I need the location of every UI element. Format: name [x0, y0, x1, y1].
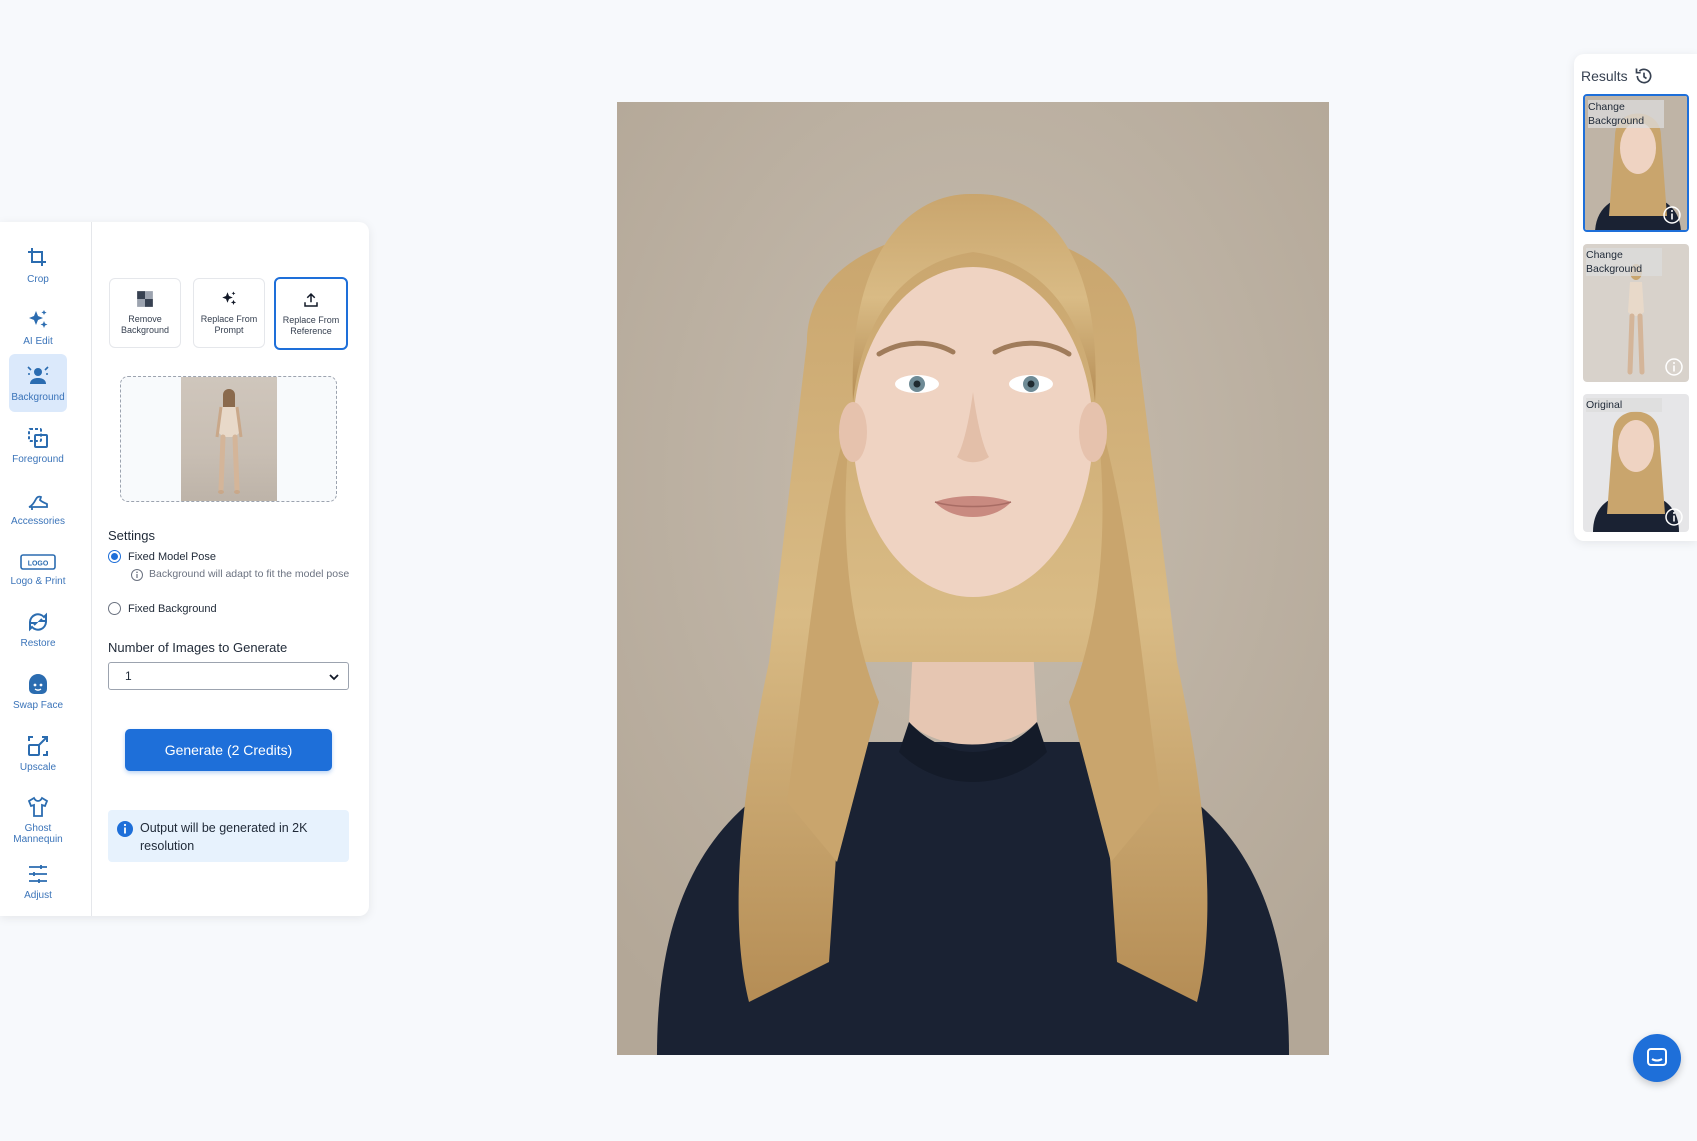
- rail-item-logo-print[interactable]: LOGO Logo & Print: [9, 542, 67, 596]
- rail-item-restore[interactable]: Restore: [9, 602, 67, 656]
- rail-item-label: Background: [11, 391, 65, 403]
- info-icon: [131, 569, 143, 581]
- mode-label: Replace From Reference: [282, 314, 340, 336]
- rail-item-label: Accessories: [11, 515, 65, 527]
- results-title: Results: [1581, 66, 1654, 86]
- radio-fixed-background[interactable]: [108, 602, 121, 615]
- chevron-down-icon: [329, 674, 339, 681]
- result-card[interactable]: Original: [1583, 394, 1689, 532]
- result-card[interactable]: Change Background: [1583, 94, 1689, 232]
- settings-title: Settings: [108, 528, 155, 543]
- radio-fixed-model-pose[interactable]: [108, 550, 121, 563]
- background-icon: [27, 365, 49, 384]
- rail-item-ai-edit[interactable]: AI Edit: [9, 300, 67, 354]
- fixed-background-option[interactable]: Fixed Background: [108, 602, 217, 615]
- resolution-info-text: Output will be generated in 2K resolutio…: [140, 821, 308, 853]
- rail-item-swap-face[interactable]: Swap Face: [9, 664, 67, 718]
- remove-background-button[interactable]: Remove Background: [109, 278, 181, 348]
- foreground-icon: [28, 427, 48, 448]
- rail-item-label: Foreground: [12, 453, 64, 465]
- rail-item-label: Restore: [20, 637, 56, 649]
- replace-from-reference-button[interactable]: Replace From Reference: [274, 277, 348, 350]
- rail-item-label: Logo & Print: [10, 575, 66, 587]
- face-icon: [29, 673, 47, 694]
- generate-button[interactable]: Generate (2 Credits): [125, 729, 332, 771]
- reference-image: [181, 377, 277, 501]
- portrait-image: [617, 102, 1329, 1055]
- result-label: Change Background: [1588, 100, 1664, 128]
- result-card[interactable]: Change Background: [1583, 244, 1689, 382]
- result-label: Original: [1586, 398, 1662, 412]
- sliders-icon: [29, 864, 47, 883]
- shirt-icon: [27, 796, 49, 817]
- rail-item-background[interactable]: Background: [9, 354, 67, 412]
- rail-item-label: Crop: [27, 273, 49, 285]
- pose-hint: Background will adapt to fit the model p…: [130, 568, 350, 582]
- background-panel: Remove Background Replace From Prompt Re…: [92, 222, 369, 916]
- shoe-icon: [28, 495, 48, 510]
- replace-from-prompt-button[interactable]: Replace From Prompt: [193, 278, 265, 348]
- sparkles-icon: [29, 309, 48, 328]
- chat-button[interactable]: [1633, 1034, 1681, 1082]
- crop-icon: [28, 247, 46, 266]
- upscale-icon: [28, 735, 48, 756]
- rail-item-foreground[interactable]: Foreground: [9, 418, 67, 472]
- fixed-model-pose-option[interactable]: Fixed Model Pose: [108, 550, 216, 563]
- rail-item-ghost-mannequin[interactable]: Ghost Mannequin: [9, 790, 67, 850]
- restore-icon: [29, 612, 47, 631]
- tool-panel: Crop AI Edit Background Foreground Acces…: [0, 222, 369, 916]
- option-label: Fixed Model Pose: [128, 550, 217, 563]
- mode-label: Remove Background: [120, 314, 170, 335]
- num-images-select[interactable]: 1: [108, 662, 349, 690]
- rail-item-label: Upscale: [19, 761, 57, 773]
- pose-hint-text: Background will adapt to fit the model p…: [149, 568, 350, 580]
- num-images-value: 1: [125, 669, 132, 683]
- results-title-text: Results: [1581, 68, 1628, 84]
- history-icon[interactable]: [1634, 66, 1654, 86]
- upload-icon: [304, 292, 318, 307]
- option-label: Fixed Background: [128, 602, 217, 615]
- mode-label: Replace From Prompt: [200, 314, 258, 335]
- sparkles-icon: [222, 291, 237, 305]
- results-panel: Results Change Background Change Backgro…: [1574, 54, 1697, 541]
- main-canvas-image[interactable]: [617, 102, 1329, 1055]
- rail-item-label: Swap Face: [12, 699, 64, 711]
- info-icon[interactable]: [1663, 206, 1681, 224]
- rail-item-crop[interactable]: Crop: [9, 238, 67, 292]
- tool-rail: Crop AI Edit Background Foreground Acces…: [0, 222, 92, 916]
- checker-icon: [137, 291, 153, 307]
- rail-item-label: Adjust: [24, 889, 52, 901]
- svg-text:LOGO: LOGO: [28, 560, 49, 567]
- info-icon: [117, 821, 133, 837]
- rail-item-adjust[interactable]: Adjust: [9, 854, 67, 908]
- rail-item-label: AI Edit: [23, 335, 53, 347]
- num-images-label: Number of Images to Generate: [108, 640, 288, 655]
- logo-icon: LOGO: [20, 553, 56, 570]
- chat-icon: [1647, 1048, 1667, 1066]
- info-icon[interactable]: [1665, 508, 1683, 526]
- result-label: Change Background: [1586, 248, 1662, 276]
- rail-item-accessories[interactable]: Accessories: [9, 480, 67, 534]
- rail-item-upscale[interactable]: Upscale: [9, 726, 67, 780]
- reference-image-dropzone[interactable]: [120, 376, 337, 502]
- rail-item-label: Ghost Mannequin: [13, 823, 63, 845]
- resolution-info-box: Output will be generated in 2K resolutio…: [108, 810, 349, 862]
- info-icon[interactable]: [1665, 358, 1683, 376]
